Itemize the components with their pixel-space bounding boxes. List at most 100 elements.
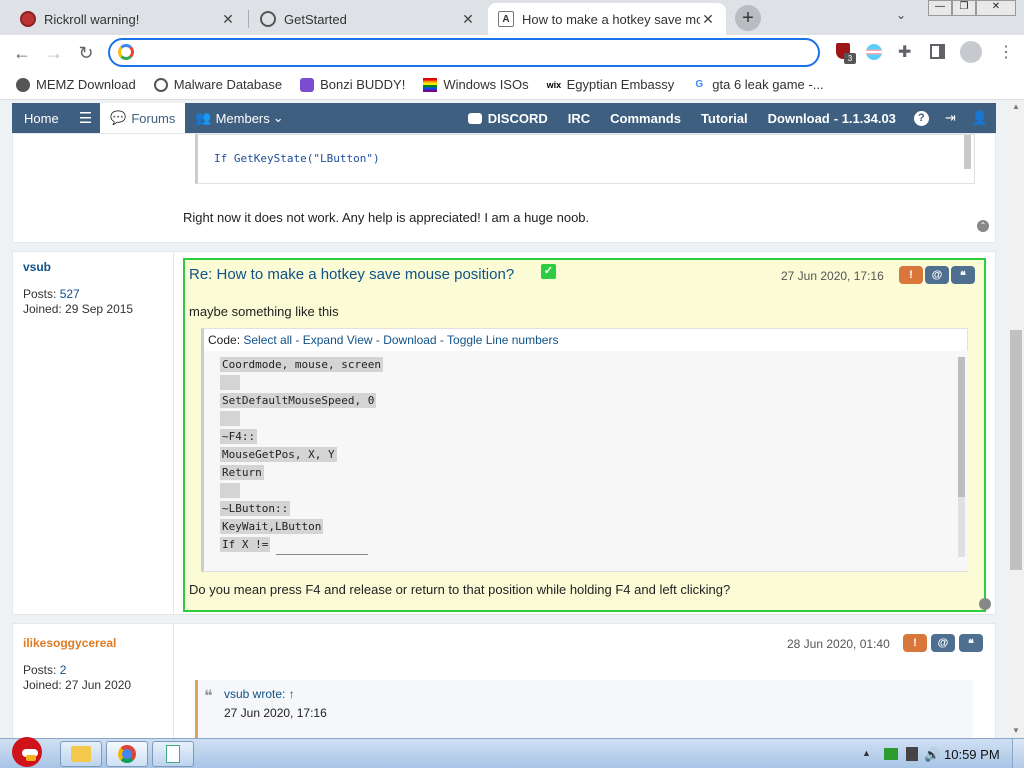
bookmark-egyptian-embassy[interactable]: wix Egyptian Embassy — [547, 77, 675, 92]
tab-getstarted[interactable]: GetStarted ✕ — [250, 3, 486, 35]
code-block: Code: Select all - Expand View - Downloa… — [201, 328, 968, 572]
profile-avatar-icon[interactable] — [960, 41, 982, 63]
scroll-down-icon[interactable]: ▼ — [1012, 726, 1020, 735]
tab-hotkey[interactable]: A How to make a hotkey save mouse positi… — [488, 3, 726, 35]
back-to-top-icon[interactable] — [979, 598, 991, 610]
report-button[interactable]: ! — [899, 266, 923, 284]
folder-icon — [71, 746, 91, 762]
login-icon[interactable]: ⇥ — [937, 103, 964, 133]
back-icon[interactable]: ← — [10, 41, 34, 65]
quote-button[interactable]: ❝ — [959, 634, 983, 652]
close-icon[interactable]: ✕ — [460, 11, 476, 28]
bookmark-gta6[interactable]: Ggta 6 leak game -... — [692, 77, 823, 92]
angry-bird-start-icon[interactable] — [4, 731, 46, 769]
speech-bubble-icon: 💬 — [110, 110, 127, 125]
tab-search-icon[interactable]: ⌄ — [896, 8, 906, 22]
rickroll-favicon — [20, 11, 36, 27]
post-author[interactable]: ilikesoggycereal — [23, 636, 131, 651]
nav-forums-label: Forums — [131, 110, 176, 126]
tray-expand-icon[interactable]: ▲ — [862, 748, 871, 758]
post-count[interactable]: 2 — [60, 663, 67, 677]
page-scrollbar[interactable]: ▲ ▼ — [1008, 100, 1024, 738]
bookmark-label: Bonzi BUDDY! — [320, 77, 406, 92]
nav-irc[interactable]: IRC — [558, 103, 600, 133]
nav-download[interactable]: Download - 1.1.34.03 — [758, 103, 906, 133]
nav-download-label: Download — [767, 110, 830, 126]
code-scrollbar[interactable] — [958, 357, 965, 557]
kebab-menu-icon[interactable]: ⋮ — [998, 42, 1014, 62]
nav-commands[interactable]: Commands — [600, 103, 691, 133]
post-date: 28 Jun 2020, 01:40 — [787, 637, 890, 651]
scroll-up-icon[interactable]: ▲ — [1012, 102, 1020, 111]
battery-icon[interactable] — [884, 748, 898, 760]
bonzi-icon — [300, 77, 315, 92]
side-panel-icon[interactable] — [930, 44, 945, 59]
code-links[interactable]: Select all - Expand View - Download - To… — [243, 333, 558, 347]
globe-icon — [260, 11, 276, 27]
code-line — [220, 375, 240, 390]
bookmark-icon — [16, 77, 30, 92]
new-tab-button[interactable]: + — [735, 5, 761, 31]
bookmark-windows-isos[interactable]: Windows ISOs — [423, 77, 529, 92]
bookmark-label: Windows ISOs — [443, 77, 529, 92]
close-icon[interactable]: ✕ — [700, 11, 716, 28]
bookmark-malware[interactable]: Malware Database — [153, 77, 282, 92]
users-icon: 👥 — [195, 110, 212, 125]
post-date: 27 Jun 2020, 17:16 — [781, 269, 884, 283]
address-bar[interactable] — [108, 38, 820, 67]
tab-title: How to make a hotkey save mouse position… — [522, 11, 700, 27]
flag-extension-icon[interactable] — [866, 44, 882, 60]
network-icon[interactable] — [906, 747, 918, 761]
help-icon[interactable]: ? — [906, 103, 937, 133]
joined-label: Joined: — [23, 678, 62, 692]
tab-rickroll[interactable]: Rickroll warning! ✕ — [10, 3, 246, 35]
post-profile: vsub Posts: 527 Joined: 29 Sep 2015 — [23, 260, 133, 317]
quote-author[interactable]: vsub wrote: ↑ — [224, 687, 295, 701]
code-line: Coordmode, mouse, screen — [220, 357, 383, 372]
maximize-button[interactable]: ❐ — [952, 0, 976, 16]
post-text: Do you mean press F4 and release or retu… — [189, 582, 731, 597]
nav-discord-label: DISCORD — [487, 110, 548, 126]
volume-icon[interactable]: 🔊 — [924, 747, 940, 763]
close-window-button[interactable]: ✕ — [976, 0, 1016, 16]
code-line — [220, 411, 240, 426]
bookmark-bonzi[interactable]: Bonzi BUDDY! — [300, 77, 405, 92]
post-author[interactable]: vsub — [23, 260, 133, 275]
bookmarks-bar: MEMZ Download Malware Database Bonzi BUD… — [0, 70, 1024, 100]
puzzle-icon[interactable]: ✚ — [898, 42, 911, 62]
post-count[interactable]: 527 — [60, 287, 80, 301]
report-button[interactable]: ! — [903, 634, 927, 652]
post-text: Right now it does not work. Any help is … — [183, 210, 590, 225]
mention-button[interactable]: @ — [925, 266, 949, 284]
nav-members[interactable]: 👥 Members ⌄ — [185, 103, 293, 133]
nav-tutorial[interactable]: Tutorial — [691, 103, 758, 133]
hamburger-icon[interactable]: ☰ — [71, 103, 100, 133]
code-line: ~LButton:: — [220, 501, 291, 516]
chrome-taskbar-button[interactable] — [106, 741, 148, 767]
taskbar-clock[interactable]: 10:59 PM — [944, 747, 1000, 762]
nav-forums[interactable]: 💬 Forums — [100, 103, 186, 133]
close-icon[interactable]: ✕ — [220, 11, 236, 28]
notepad-taskbar-button[interactable] — [152, 741, 194, 767]
post-previous: If GetKeyState("LButton") Right now it d… — [12, 133, 996, 243]
mention-button[interactable]: @ — [931, 634, 955, 652]
quote-button[interactable]: ❝ — [951, 266, 975, 284]
nav-home[interactable]: Home — [12, 103, 71, 133]
explorer-taskbar-button[interactable] — [60, 741, 102, 767]
show-desktop-button[interactable] — [1012, 739, 1024, 768]
minimize-button[interactable]: — — [928, 0, 952, 16]
code-header: Code: Select all - Expand View - Downloa… — [208, 333, 558, 347]
register-icon[interactable]: 👤 — [964, 103, 996, 133]
forward-icon[interactable]: → — [42, 41, 66, 65]
wix-icon: wix — [546, 79, 562, 90]
post-title[interactable]: Re: How to make a hotkey save mouse posi… — [189, 266, 514, 283]
reload-icon[interactable]: ↻ — [74, 41, 98, 65]
bookmark-memz[interactable]: MEMZ Download — [16, 77, 136, 92]
back-to-top-icon[interactable]: ⌃ — [977, 220, 989, 232]
chrome-icon — [118, 745, 136, 763]
nav-discord[interactable]: DISCORD — [458, 103, 558, 133]
code-scrollbar[interactable] — [964, 135, 971, 169]
scrollbar-thumb[interactable] — [1010, 330, 1022, 570]
code-area: Coordmode, mouse, screen SetDefaultMouse… — [204, 351, 968, 571]
chevron-down-icon: ⌄ — [272, 110, 284, 125]
